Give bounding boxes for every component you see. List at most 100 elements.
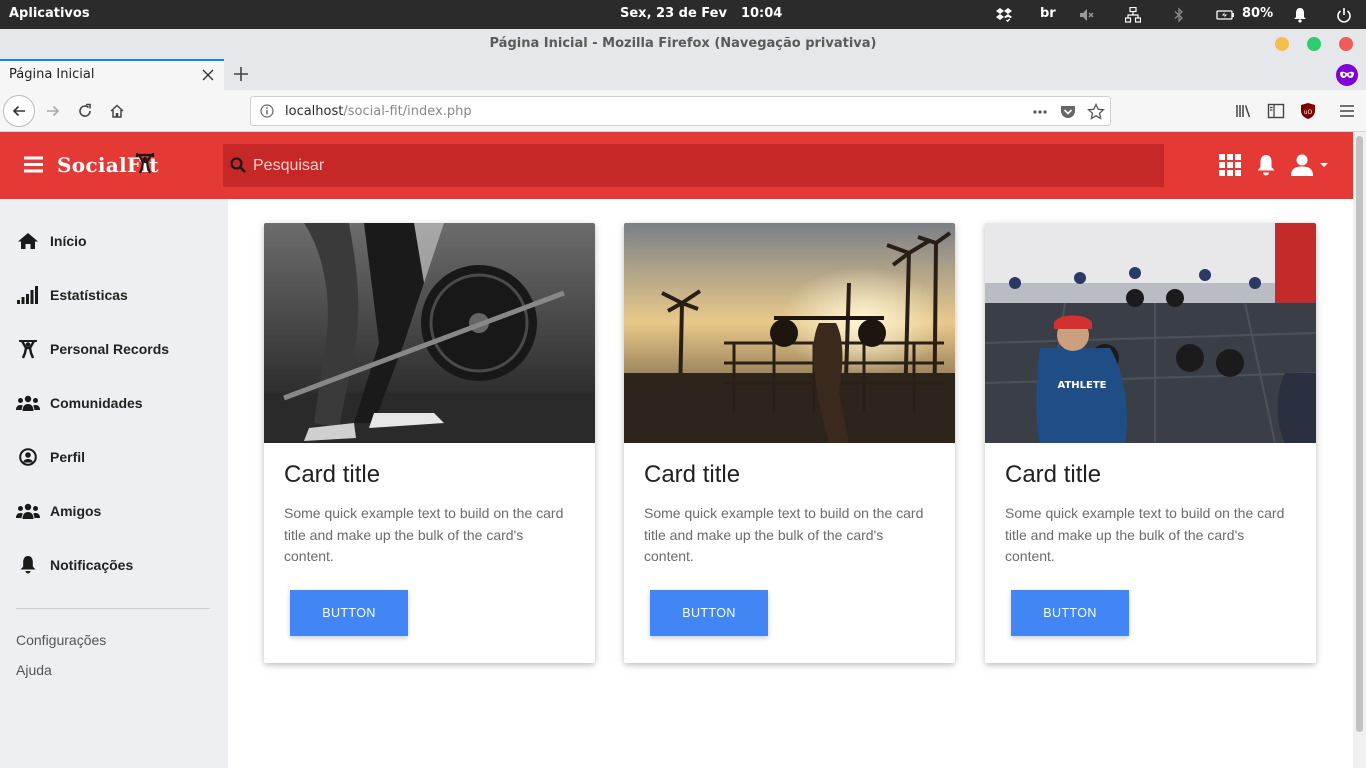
card-text: Some quick example text to build on the … [1005, 505, 1285, 564]
search-icon [230, 157, 246, 173]
card-text: Some quick example text to build on the … [644, 505, 924, 564]
window-title-bar: Página Inicial - Mozilla Firefox (Navega… [0, 29, 1366, 59]
os-top-bar: Aplicativos Sex, 23 de Fev 10:04 br 80% [0, 0, 1366, 29]
network-icon[interactable] [1125, 7, 1141, 23]
sidebar-item-notificacoes[interactable]: Notificações [0, 545, 228, 585]
arrow-left-icon [12, 105, 25, 117]
sidebar-divider [16, 608, 210, 609]
close-tab-icon[interactable] [202, 68, 214, 81]
card-title: Card title [284, 461, 381, 488]
sidebar-link-configuracoes[interactable]: Configurações [16, 632, 106, 648]
svg-text:ATHLETE: ATHLETE [1057, 380, 1106, 391]
card-image-gym-class: ATHLETE [985, 223, 1316, 443]
bluetooth-icon[interactable] [1171, 7, 1187, 23]
arrow-right-icon [47, 105, 60, 117]
applications-menu[interactable]: Aplicativos [9, 6, 90, 21]
card-image-deadlift [264, 223, 595, 443]
battery-level: 80% [1242, 6, 1274, 21]
sidebar-item-estatisticas[interactable]: Estatísticas [0, 275, 228, 315]
sidebar-item-personal-records[interactable]: Personal Records [0, 329, 228, 369]
pocket-icon[interactable] [1059, 103, 1077, 121]
card-button[interactable]: BUTTON [290, 590, 408, 636]
sidebar-item-comunidades[interactable]: Comunidades [0, 383, 228, 423]
page-scrollbar[interactable] [1353, 132, 1366, 768]
minimize-button[interactable] [1275, 37, 1289, 51]
card: Card title Some quick example text to bu… [624, 223, 955, 663]
home-icon [16, 231, 40, 251]
sidebar-item-label: Início [50, 233, 87, 249]
sidebar-item-inicio[interactable]: Início [0, 221, 228, 261]
bookmark-star-icon[interactable] [1087, 102, 1105, 121]
main-content: Card title Some quick example text to bu… [228, 199, 1353, 768]
users-icon [16, 393, 40, 413]
apps-grid-icon[interactable] [1219, 154, 1241, 176]
card-title: Card title [644, 461, 741, 488]
new-tab-icon[interactable] [232, 65, 250, 83]
sidebar-item-label: Amigos [50, 503, 102, 519]
url-host: localhost [285, 104, 344, 119]
navigation-toolbar: localhost/social-fit/index.php uO [0, 90, 1366, 132]
home-button[interactable] [101, 95, 133, 127]
keyboard-layout[interactable]: br [1040, 6, 1056, 21]
card-button[interactable]: BUTTON [1011, 590, 1129, 636]
close-window-button[interactable] [1339, 37, 1353, 51]
svg-text:uO: uO [1304, 109, 1313, 116]
sidebar-item-perfil[interactable]: Perfil [0, 437, 228, 477]
user-icon [1291, 154, 1328, 176]
sidebar-item-label: Notificações [50, 557, 134, 573]
search-input[interactable] [253, 144, 1153, 187]
signal-bars-icon [16, 285, 40, 305]
card: ATHLETE Card title Some quick example te… [985, 223, 1316, 663]
page-actions-icon[interactable] [1031, 103, 1049, 121]
sidebar-link-ajuda[interactable]: Ajuda [16, 662, 52, 678]
battery-icon[interactable] [1216, 7, 1236, 23]
menu-icon[interactable] [1338, 102, 1356, 120]
home-icon [110, 104, 124, 118]
hamburger-menu-icon[interactable] [24, 156, 43, 173]
tab-strip: Página Inicial [0, 59, 1366, 90]
forward-button[interactable] [37, 95, 69, 127]
sidebar-item-label: Estatísticas [50, 287, 128, 303]
user-circle-icon [16, 447, 40, 467]
bell-icon [16, 555, 40, 575]
weightlifter-logo-icon [135, 152, 155, 174]
reload-button[interactable] [69, 95, 101, 127]
sidebar-item-amigos[interactable]: Amigos [0, 491, 228, 531]
weightlifter-icon [16, 339, 40, 359]
notifications-bell-icon[interactable] [1256, 154, 1276, 177]
card-text: Some quick example text to build on the … [284, 505, 564, 564]
clock-date: Sex, 23 de Fev [620, 6, 727, 21]
sidebar-item-label: Comunidades [50, 395, 143, 411]
dropbox-icon[interactable] [996, 7, 1012, 23]
user-account-dropdown[interactable] [1291, 154, 1331, 176]
card: Card title Some quick example text to bu… [264, 223, 595, 663]
sidebar: Início Estatísticas Personal Records Com… [0, 199, 228, 768]
window-title: Página Inicial - Mozilla Firefox (Navega… [489, 36, 877, 51]
maximize-button[interactable] [1307, 37, 1321, 51]
card-button[interactable]: BUTTON [650, 590, 768, 636]
site-info-icon[interactable] [260, 104, 274, 118]
sidebar-toggle-icon[interactable] [1267, 102, 1285, 120]
library-icon[interactable] [1235, 102, 1253, 120]
reload-icon [79, 103, 91, 117]
card-title: Card title [1005, 461, 1102, 488]
power-icon[interactable] [1336, 7, 1352, 23]
url-bar[interactable]: localhost/social-fit/index.php [250, 96, 1111, 126]
ublock-icon[interactable]: uO [1299, 102, 1317, 120]
tab-active[interactable]: Página Inicial [0, 59, 224, 90]
url-path: /social-fit/index.php [343, 104, 472, 119]
sidebar-item-label: Perfil [50, 449, 86, 465]
clock-time: 10:04 [740, 6, 783, 21]
users-icon [16, 501, 40, 521]
card-image-beach-workout [624, 223, 955, 443]
url-text: localhost/social-fit/index.php [285, 104, 472, 119]
volume-muted-icon[interactable] [1079, 7, 1095, 23]
back-button[interactable] [3, 95, 35, 127]
scrollbar-thumb[interactable] [1356, 136, 1363, 732]
sidebar-item-label: Personal Records [50, 341, 170, 357]
tab-title: Página Inicial [9, 67, 95, 82]
private-browsing-icon [1336, 64, 1358, 86]
clock[interactable]: Sex, 23 de Fev 10:04 [620, 6, 782, 21]
notification-bell-icon[interactable] [1292, 7, 1308, 23]
search-bar [223, 144, 1164, 187]
